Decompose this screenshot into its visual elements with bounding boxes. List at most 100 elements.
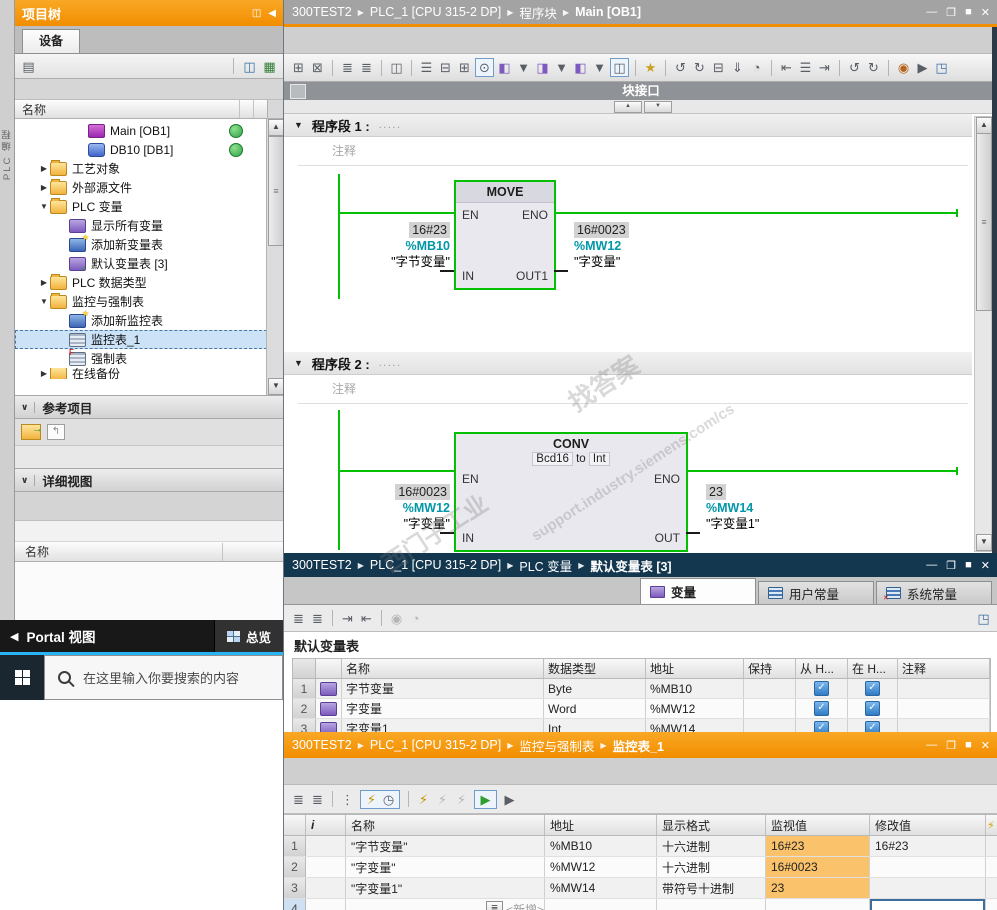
scroll-down-icon[interactable]: ▼ [268, 378, 283, 395]
tree-item-force-table[interactable]: 强制表 [15, 348, 267, 368]
breadcrumb-segment[interactable]: PLC 变量 [519, 556, 572, 575]
insert-coil-icon[interactable]: ◨ [534, 59, 551, 76]
close-icon[interactable]: ✕ [981, 739, 990, 752]
breadcrumb-segment[interactable]: 监控表_1 [613, 736, 664, 755]
configure-networks-icon[interactable]: ▤ [20, 58, 37, 75]
next-error-icon[interactable]: ↻ [865, 59, 882, 76]
insert-row-icon[interactable]: ≣ [339, 59, 356, 76]
expand-networks-icon[interactable]: ⊞ [456, 59, 473, 76]
collapse-panel-icon[interactable]: ◀ [268, 8, 276, 19]
from-hmi-checkbox[interactable]: ✓ [814, 681, 829, 696]
tab-tags[interactable]: 变量 [640, 578, 756, 604]
network-title-placeholder[interactable]: ..... [379, 357, 402, 369]
details-view-header[interactable]: ∨ 详细视图 [15, 468, 283, 492]
operand-list-icon[interactable]: ≣ [485, 901, 503, 910]
output-operand[interactable]: 16#0023 %MW12 "字变量" [574, 222, 629, 270]
diagram-view-icon[interactable]: ▦ [261, 58, 278, 75]
redo-icon[interactable]: ↻ [691, 59, 708, 76]
expand-icon[interactable]: ▶ [38, 164, 50, 173]
add-row-icon[interactable]: ≣ [290, 610, 307, 627]
name-column-header[interactable]: 名称 [15, 100, 239, 118]
portal-back-icon[interactable]: ◀ [10, 630, 18, 643]
download-icon[interactable]: ⇓ [729, 59, 746, 76]
compile-icon[interactable]: ⊟ [710, 59, 727, 76]
minimize-icon[interactable]: — [926, 6, 937, 18]
modify-value[interactable] [870, 857, 986, 877]
expand-pane-icon[interactable]: ◳ [975, 610, 992, 627]
scroll-up-icon[interactable]: ▲ [268, 119, 283, 136]
insert-row-icon[interactable]: ⋮ [339, 791, 356, 808]
monitor-once-icon[interactable]: ◷ [380, 791, 397, 808]
tag-datatype[interactable]: Byte [544, 679, 646, 698]
breadcrumb-segment[interactable]: 默认变量表 [3] [590, 556, 671, 575]
absolute-relative-operands-icon[interactable]: ☰ [418, 59, 435, 76]
display-format[interactable]: 十六进制 [657, 836, 766, 856]
tree-item-watch-table-1[interactable]: 监控表_1 [15, 330, 267, 349]
scroll-down-icon[interactable]: ▼ [976, 534, 992, 551]
col-i[interactable]: i [306, 815, 346, 835]
breadcrumb-segment[interactable]: PLC_1 [CPU 315-2 DP] [370, 558, 501, 572]
watch-table-titlebar[interactable]: 300TEST2 ▶ PLC_1 [CPU 315-2 DP] ▶ 监控与强制表 ▶ 监控表… [284, 732, 997, 758]
tag-comment[interactable] [898, 679, 990, 698]
retain-cell[interactable] [744, 699, 796, 718]
go-to-next-icon[interactable]: ⇥ [816, 59, 833, 76]
tree-item-show-all-tags[interactable]: 显示所有变量 [15, 216, 267, 235]
watch-name[interactable]: "字变量" [346, 857, 545, 877]
upload-icon[interactable]: ◔ [748, 59, 765, 76]
pin-en[interactable]: EN [462, 208, 479, 222]
watch-row-2[interactable]: 2 "字变量" %MW12 十六进制 16#0023 [284, 857, 997, 878]
float-icon[interactable]: ❐ [946, 6, 956, 19]
delete-network-icon[interactable]: ⊠ [309, 59, 326, 76]
close-icon[interactable]: ✕ [981, 559, 990, 572]
scrollbar-thumb[interactable]: ≡ [976, 133, 992, 311]
tag-table-titlebar[interactable]: 300TEST2 ▶ PLC_1 [CPU 315-2 DP] ▶ PLC 变量 ▶ 默认变… [284, 553, 997, 577]
reset-start-values-icon[interactable]: ◫ [388, 59, 405, 76]
watch-row-3[interactable]: 3 "字变量1" %MW14 带符号十进制 23 [284, 878, 997, 899]
tab-devices[interactable]: 设备 [22, 29, 81, 53]
tree-item-add-tag-table[interactable]: 添加新变量表 [15, 233, 267, 254]
split-editor-space-icon[interactable]: ◳ [933, 59, 950, 76]
previous-error-icon[interactable]: ↺ [846, 59, 863, 76]
taskbar-search-input[interactable]: 在这里输入你要搜索的内容 [44, 655, 283, 700]
collapse-section-icon[interactable]: ∨ [21, 401, 36, 413]
col-modify-value[interactable]: 修改值 [870, 815, 986, 835]
reference-projects-header[interactable]: ∨ 参考项目 [15, 395, 283, 419]
move-block[interactable]: MOVE EN ENO IN OUT1 [454, 180, 556, 290]
start-button[interactable] [0, 655, 44, 700]
add-favorite-icon[interactable]: ★ [642, 59, 659, 76]
modify-now-icon[interactable]: ⚡ [434, 791, 451, 808]
watch-address[interactable]: %MW14 [545, 878, 657, 898]
col-in-hmi[interactable]: 在 H... [848, 659, 898, 678]
conversion-from-type[interactable]: Bcd16 [532, 452, 573, 466]
tag-address[interactable]: %MW12 [646, 699, 744, 718]
insert-contact-arrow-icon[interactable]: ▼ [591, 59, 608, 76]
undo-icon[interactable]: ↺ [672, 59, 689, 76]
col-comment[interactable]: 注释 [898, 659, 990, 678]
favorites-toggle-icon[interactable]: ◫ [610, 58, 629, 77]
tree-item-watch-force-tables[interactable]: ▼ 监控与强制表 [15, 292, 267, 311]
maximize-icon[interactable]: ■ [965, 559, 972, 571]
watch-address[interactable] [545, 899, 657, 910]
tree-item-plc-data-types[interactable]: ▶ PLC 数据类型 [15, 273, 267, 292]
minimize-icon[interactable]: — [926, 559, 937, 571]
watch-row-1[interactable]: 1 "字节变量" %MB10 十六进制 16#23 16#23 [284, 836, 997, 857]
monitoring-menu-icon[interactable]: ▶ [914, 59, 931, 76]
open-reference-project-icon[interactable] [21, 423, 43, 440]
table-view-icon[interactable]: ◫ [241, 58, 258, 75]
pin-en[interactable]: EN [462, 472, 479, 486]
input-operand[interactable]: 16#0023 %MW12 "字变量" [298, 484, 450, 532]
display-format[interactable]: 十六进制 [657, 857, 766, 877]
modify-to-1-icon[interactable]: ⚡ [415, 791, 432, 808]
tag-datatype[interactable]: Word [544, 699, 646, 718]
add-row-icon[interactable]: ≣ [290, 791, 307, 808]
tag-comment[interactable] [898, 699, 990, 718]
scroll-up-icon[interactable]: ▲ [976, 117, 992, 134]
run-once-icon[interactable]: ▶ [501, 791, 518, 808]
display-format[interactable] [657, 899, 766, 910]
retain-cell[interactable] [744, 679, 796, 698]
watch-name-new[interactable]: ≣ <新增> [346, 899, 545, 910]
tag-address[interactable]: %MB10 [646, 679, 744, 698]
monitoring-on-off-icon[interactable]: ◉ [895, 59, 912, 76]
float-icon[interactable]: ❐ [946, 739, 956, 752]
block-interface-bar[interactable]: 块接口 [284, 82, 997, 100]
